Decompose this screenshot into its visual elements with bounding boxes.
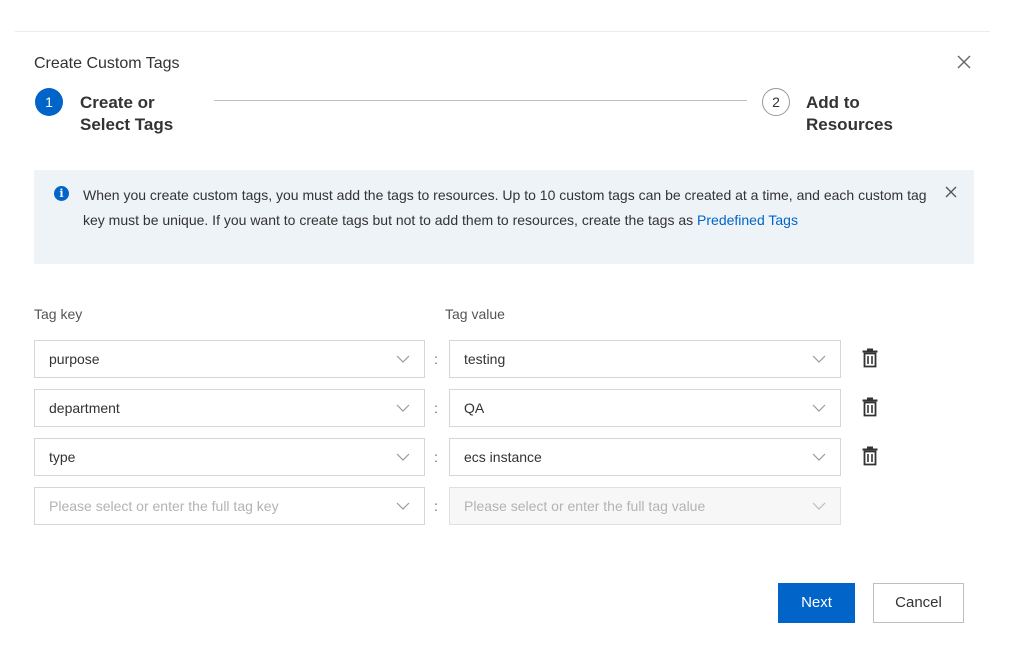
tag-value-placeholder: Please select or enter the full tag valu… bbox=[464, 498, 706, 514]
tag-key-column-label: Tag key bbox=[34, 306, 83, 322]
tag-value-value: ecs instance bbox=[464, 449, 542, 465]
chevron-down-icon bbox=[396, 355, 410, 363]
tag-value-select[interactable]: ecs instance bbox=[449, 438, 841, 476]
tag-key-select[interactable]: type bbox=[34, 438, 425, 476]
new-tag-key-select[interactable]: Please select or enter the full tag key bbox=[34, 487, 425, 525]
create-custom-tags-dialog: Create Custom Tags 1 Create or Select Ta… bbox=[0, 0, 1016, 666]
tag-key-placeholder: Please select or enter the full tag key bbox=[49, 498, 279, 514]
dialog-title: Create Custom Tags bbox=[34, 55, 180, 72]
tag-key-value: department bbox=[49, 400, 120, 416]
trash-icon[interactable] bbox=[861, 397, 879, 417]
info-notice: i When you create custom tags, you must … bbox=[34, 170, 974, 264]
cancel-button[interactable]: Cancel bbox=[873, 583, 964, 623]
step-1-indicator: 1 bbox=[35, 88, 63, 116]
predefined-tags-link[interactable]: Predefined Tags bbox=[697, 212, 798, 228]
tag-key-value: type bbox=[49, 449, 76, 465]
step-1-label: Create or Select Tags bbox=[80, 93, 174, 134]
chevron-down-icon bbox=[812, 502, 826, 510]
close-icon[interactable] bbox=[953, 51, 975, 73]
tag-key-select[interactable]: department bbox=[34, 389, 425, 427]
notice-message: When you create custom tags, you must ad… bbox=[83, 187, 927, 228]
chevron-down-icon bbox=[812, 355, 826, 363]
tag-key-value: purpose bbox=[49, 351, 100, 367]
info-icon: i bbox=[54, 186, 69, 201]
tag-value-column-label: Tag value bbox=[445, 306, 505, 322]
tag-value-select[interactable]: testing bbox=[449, 340, 841, 378]
step-2-label: Add to Resources bbox=[806, 93, 893, 134]
notice-close-icon[interactable] bbox=[944, 185, 958, 199]
trash-icon[interactable] bbox=[861, 446, 879, 466]
step-connector bbox=[214, 100, 747, 101]
step-2-indicator: 2 bbox=[762, 88, 790, 116]
key-value-separator: : bbox=[434, 400, 438, 416]
notice-text: When you create custom tags, you must ad… bbox=[83, 183, 933, 233]
key-value-separator: : bbox=[434, 351, 438, 367]
chevron-down-icon bbox=[396, 404, 410, 412]
tag-key-select[interactable]: purpose bbox=[34, 340, 425, 378]
tag-value-value: testing bbox=[464, 351, 506, 367]
trash-icon[interactable] bbox=[861, 348, 879, 368]
chevron-down-icon bbox=[396, 502, 410, 510]
top-divider bbox=[15, 31, 990, 32]
key-value-separator: : bbox=[434, 498, 438, 514]
next-button[interactable]: Next bbox=[778, 583, 855, 623]
chevron-down-icon bbox=[396, 453, 410, 461]
tag-value-value: QA bbox=[464, 400, 485, 416]
chevron-down-icon bbox=[812, 453, 826, 461]
chevron-down-icon bbox=[812, 404, 826, 412]
new-tag-value-select: Please select or enter the full tag valu… bbox=[449, 487, 841, 525]
tag-value-select[interactable]: QA bbox=[449, 389, 841, 427]
key-value-separator: : bbox=[434, 449, 438, 465]
